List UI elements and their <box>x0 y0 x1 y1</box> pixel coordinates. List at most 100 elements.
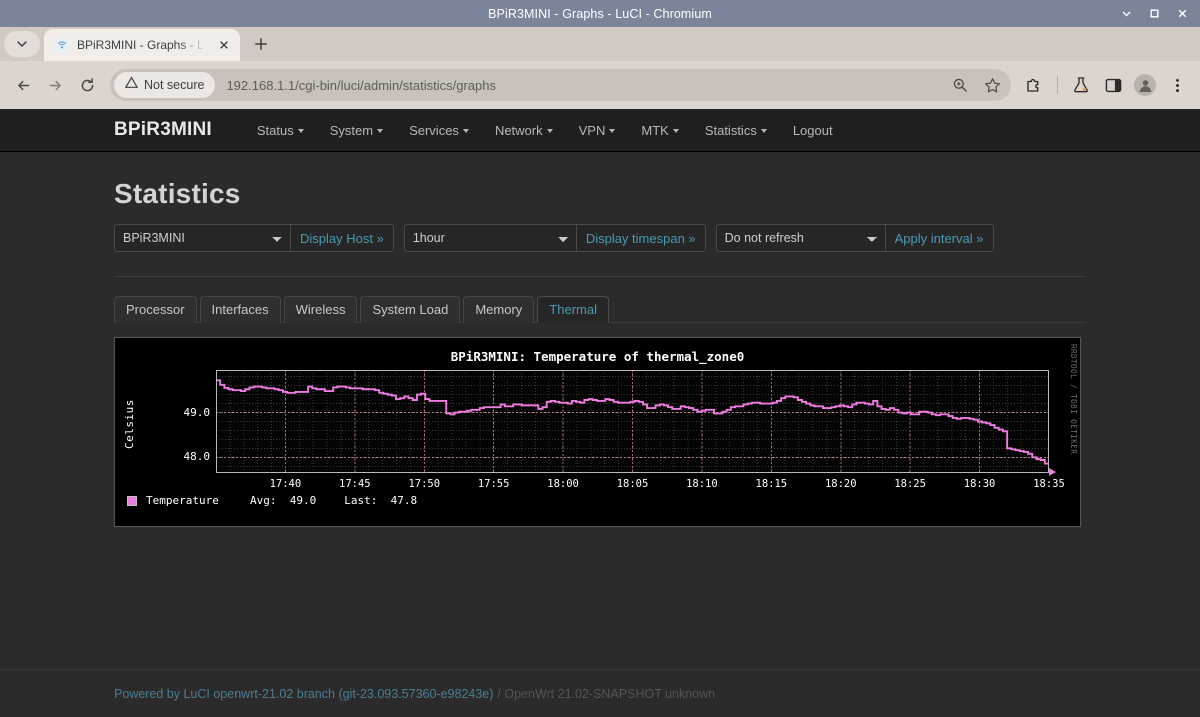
maximize-icon[interactable] <box>1140 0 1168 27</box>
nav-item-label: Services <box>409 122 459 138</box>
legend-series-name: Temperature <box>146 494 219 507</box>
minimize-icon[interactable] <box>1112 0 1140 27</box>
legend-last-label: Last: <box>344 494 378 507</box>
page-title: Statistics <box>114 178 241 209</box>
graph-y-tick-label: 49.0 <box>183 405 211 419</box>
url-text[interactable]: 192.168.1.1/cgi-bin/luci/admin/statistic… <box>226 78 945 93</box>
close-icon[interactable] <box>214 35 234 55</box>
nav-item-system[interactable]: System <box>317 123 396 138</box>
tab-interfaces[interactable]: Interfaces <box>199 296 281 323</box>
window-title: BPiR3MINI - Graphs - LuCI - Chromium <box>488 6 712 21</box>
graph-y-tick-label: 48.0 <box>183 450 211 464</box>
nav-item-label: VPN <box>578 122 606 138</box>
legend-last-value: 47.8 <box>390 494 418 507</box>
warning-triangle-icon <box>124 76 139 94</box>
nav-item-vpn[interactable]: VPN <box>566 123 629 138</box>
nav-item-mtk[interactable]: MTK <box>628 123 691 138</box>
chevron-down-icon <box>672 129 679 133</box>
page-footer: Powered by LuCI openwrt-21.02 branch (gi… <box>0 669 1200 717</box>
nav-item-label: Network <box>494 122 543 138</box>
three-dots-menu-icon[interactable] <box>1162 70 1192 100</box>
nav-item-logout[interactable]: Logout <box>780 123 846 138</box>
star-icon[interactable] <box>977 70 1007 100</box>
browser-tab-title: BPiR3MINI - Graphs - L <box>77 38 204 52</box>
graph-legend: Temperature Avg: 49.0 Last: 47.8 <box>127 494 445 507</box>
openwrt-version-text: / OpenWrt 21.02-SNAPSHOT unknown <box>497 686 716 701</box>
reload-icon[interactable] <box>72 70 102 100</box>
graph-x-tick-label: 18:20 <box>824 478 857 490</box>
nav-item-label: Status <box>256 122 294 138</box>
graph-y-axis-label: Celsius <box>123 399 136 449</box>
chevron-down-icon <box>760 129 767 133</box>
graph-x-axis-arrow <box>1049 468 1056 476</box>
close-icon[interactable] <box>1168 0 1196 27</box>
graph-x-tick-label: 18:25 <box>894 478 926 490</box>
graph-plot-area <box>216 370 1050 473</box>
host-control-group: BPiR3MINI Display Host » <box>114 224 394 252</box>
graph-x-tick-label: 18:30 <box>963 478 996 490</box>
tab-system-load[interactable]: System Load <box>360 296 461 323</box>
nav-item-label: System <box>329 122 374 138</box>
graph-container: BPiR3MINI: Temperature of thermal_zone0 … <box>114 337 1086 527</box>
host-select[interactable]: BPiR3MINI <box>114 224 291 252</box>
luci-version-link[interactable]: Powered by LuCI openwrt-21.02 branch (gi… <box>114 687 493 701</box>
legend-avg-label: Avg: <box>250 494 277 507</box>
browser-toolbar: Not secure 192.168.1.1/cgi-bin/luci/admi… <box>0 61 1200 109</box>
plus-icon[interactable] <box>247 30 275 58</box>
graph-title: BPiR3MINI: Temperature of thermal_zone0 <box>450 349 745 364</box>
refresh-select[interactable]: Do not refresh <box>715 224 886 252</box>
statistics-tabbar: Processor Interfaces Wireless System Loa… <box>114 295 1086 323</box>
legend-avg-value: 49.0 <box>289 494 317 507</box>
chevron-down-icon <box>609 129 616 133</box>
graph-x-tick-label: 18:35 <box>1033 478 1065 490</box>
thermal-graph[interactable]: BPiR3MINI: Temperature of thermal_zone0 … <box>114 337 1081 527</box>
graph-x-tick-label: 18:05 <box>616 478 649 490</box>
tab-wireless[interactable]: Wireless <box>283 296 358 323</box>
graph-x-tick-label: 18:10 <box>686 478 718 490</box>
nav-item-status[interactable]: Status <box>244 123 317 138</box>
address-bar[interactable]: Not secure 192.168.1.1/cgi-bin/luci/admi… <box>110 69 1011 101</box>
nav-item-services[interactable]: Services <box>396 123 482 138</box>
display-timespan-button[interactable]: Display timespan » <box>576 224 706 252</box>
statistics-controls: BPiR3MINI Display Host » 1hour Display t… <box>114 224 1086 252</box>
graph-x-tick-label: 17:55 <box>477 478 510 490</box>
graph-watermark: RRDTOOL / TOBI OETIKER <box>1069 344 1078 455</box>
toolbar-divider <box>1057 76 1058 94</box>
nav-item-statistics[interactable]: Statistics <box>692 123 780 138</box>
apply-interval-button[interactable]: Apply interval » <box>885 224 994 252</box>
tab-search-icon[interactable] <box>4 31 40 57</box>
timespan-control-group: 1hour Display timespan » <box>403 224 706 252</box>
graph-x-tick-label: 18:15 <box>755 478 788 490</box>
wifi-icon <box>54 37 70 53</box>
chevron-down-icon <box>462 129 469 133</box>
person-icon[interactable] <box>1130 70 1160 100</box>
browser-tabstrip: BPiR3MINI - Graphs - L <box>0 27 1200 61</box>
nav-item-label: Statistics <box>704 122 757 138</box>
flask-icon[interactable] <box>1066 70 1096 100</box>
timespan-select[interactable]: 1hour <box>403 224 577 252</box>
brand-title[interactable]: BPiR3MINI <box>114 119 212 141</box>
tab-thermal[interactable]: Thermal <box>537 296 609 323</box>
chevron-down-icon <box>377 129 384 133</box>
tab-processor[interactable]: Processor <box>114 296 197 323</box>
forward-arrow-icon[interactable] <box>40 70 70 100</box>
graph-x-tick-label: 18:00 <box>547 478 579 490</box>
side-panel-icon[interactable] <box>1098 70 1128 100</box>
back-arrow-icon[interactable] <box>8 70 38 100</box>
refresh-control-group: Do not refresh Apply interval » <box>715 224 994 252</box>
display-host-button[interactable]: Display Host » <box>291 224 394 252</box>
graph-x-tick-label: 17:50 <box>408 478 441 490</box>
luci-page: BPiR3MINI Status System Services Network… <box>0 109 1200 717</box>
window-controls <box>1112 0 1196 27</box>
window-titlebar: BPiR3MINI - Graphs - LuCI - Chromium <box>0 0 1200 27</box>
divider <box>114 276 1086 277</box>
browser-tab[interactable]: BPiR3MINI - Graphs - L <box>44 29 240 61</box>
nav-item-network[interactable]: Network <box>482 123 566 138</box>
zoom-in-icon[interactable] <box>945 70 975 100</box>
security-status-badge[interactable]: Not secure <box>114 72 216 98</box>
puzzle-piece-icon[interactable] <box>1019 70 1049 100</box>
legend-last: Last: 47.8 <box>344 494 417 507</box>
chevron-down-icon <box>297 129 304 133</box>
avatar <box>1134 74 1156 96</box>
tab-memory[interactable]: Memory <box>463 296 535 323</box>
